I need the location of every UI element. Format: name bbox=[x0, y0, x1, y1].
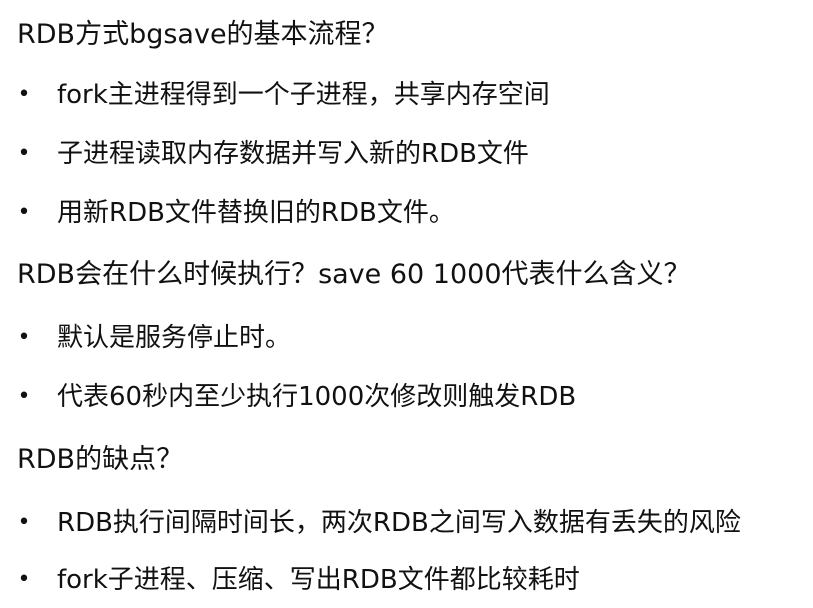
list-item: RDB执行间隔时间长，两次RDB之间写入数据有丢失的风险 bbox=[0, 506, 813, 540]
list-item: 子进程读取内存数据并写入新的RDB文件 bbox=[0, 137, 813, 171]
bullet-icon bbox=[17, 563, 31, 597]
list-item: 用新RDB文件替换旧的RDB文件。 bbox=[0, 196, 813, 230]
section-heading-rdb-drawbacks: RDB的缺点？ bbox=[17, 444, 184, 475]
list-item: fork主进程得到一个子进程，共享内存空间 bbox=[0, 78, 813, 112]
document-page: RDB方式bgsave的基本流程？ fork主进程得到一个子进程，共享内存空间 … bbox=[0, 0, 813, 608]
list-item-text: fork子进程、压缩、写出RDB文件都比较耗时 bbox=[57, 565, 580, 595]
section-heading-rdb-timing: RDB会在什么时候执行？save 60 1000代表什么含义？ bbox=[17, 259, 691, 290]
section-heading-bgsave-flow: RDB方式bgsave的基本流程？ bbox=[17, 19, 389, 50]
list-item-text: fork主进程得到一个子进程，共享内存空间 bbox=[57, 80, 550, 110]
list-item: 代表60秒内至少执行1000次修改则触发RDB bbox=[0, 380, 813, 414]
bullet-icon bbox=[17, 506, 31, 540]
list-item-text: 用新RDB文件替换旧的RDB文件。 bbox=[57, 198, 455, 228]
bullet-icon bbox=[17, 78, 31, 112]
list-item-text: 代表60秒内至少执行1000次修改则触发RDB bbox=[57, 382, 577, 412]
list-item: fork子进程、压缩、写出RDB文件都比较耗时 bbox=[0, 563, 813, 597]
list-item-text: 默认是服务停止时。 bbox=[57, 323, 292, 353]
list-item: 默认是服务停止时。 bbox=[0, 321, 813, 355]
bullet-icon bbox=[17, 196, 31, 230]
list-item-text: 子进程读取内存数据并写入新的RDB文件 bbox=[57, 139, 529, 169]
list-item-text: RDB执行间隔时间长，两次RDB之间写入数据有丢失的风险 bbox=[57, 508, 741, 538]
bullet-icon bbox=[17, 137, 31, 171]
bullet-icon bbox=[17, 380, 31, 414]
bullet-icon bbox=[17, 321, 31, 355]
